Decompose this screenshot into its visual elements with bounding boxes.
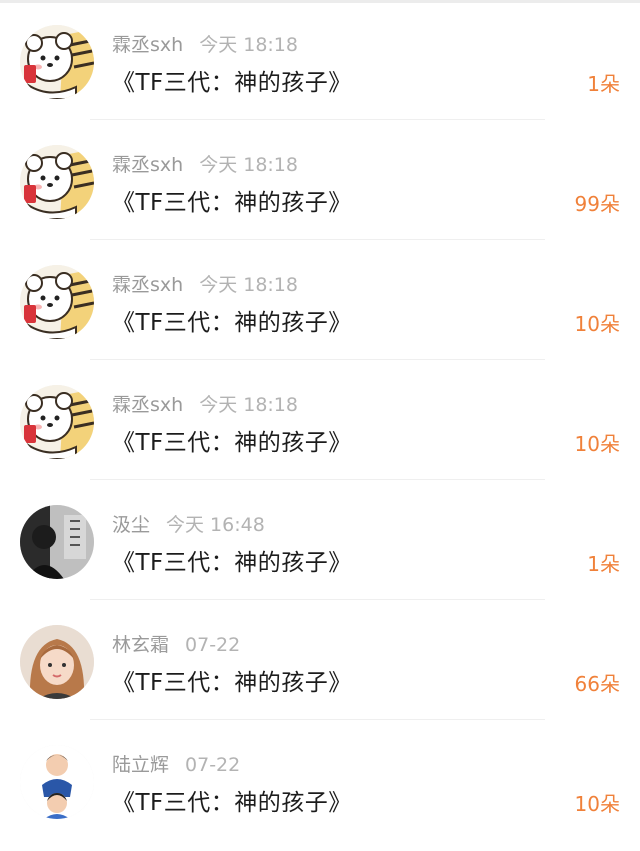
meta-line: 林玄霜 07-22: [112, 630, 240, 657]
username[interactable]: 霖丞sxh: [112, 154, 183, 176]
bear-sticker-avatar-icon: [20, 145, 94, 219]
flower-count: 66朵: [574, 672, 620, 696]
meta-line: 霖丞sxh 今天 18:18: [112, 30, 298, 57]
username[interactable]: 霖丞sxh: [112, 34, 183, 56]
avatar[interactable]: [20, 145, 94, 219]
list-item[interactable]: 霖丞sxh 今天 18:18 《TF三代：神的孩子》 99朵: [0, 120, 640, 240]
avatar[interactable]: [20, 745, 94, 819]
list-item[interactable]: 霖丞sxh 今天 18:18 《TF三代：神的孩子》 10朵: [0, 240, 640, 360]
timestamp: 今天 18:18: [199, 34, 298, 56]
meta-line: 陆立辉 07-22: [112, 750, 240, 777]
list-item[interactable]: 林玄霜 07-22 《TF三代：神的孩子》 66朵: [0, 600, 640, 720]
book-title[interactable]: 《TF三代：神的孩子》: [112, 63, 352, 97]
username[interactable]: 林玄霜: [112, 634, 169, 656]
avatar[interactable]: [20, 625, 94, 699]
avatar[interactable]: [20, 505, 94, 579]
dark-portrait-avatar-icon: [20, 505, 94, 579]
flower-count: 10朵: [574, 432, 620, 456]
flower-count: 10朵: [574, 792, 620, 816]
book-title[interactable]: 《TF三代：神的孩子》: [112, 183, 352, 217]
girl-portrait-avatar-icon: [20, 625, 94, 699]
meta-line: 霖丞sxh 今天 18:18: [112, 150, 298, 177]
timestamp: 今天 18:18: [199, 274, 298, 296]
meta-line: 汲尘 今天 16:48: [112, 510, 265, 537]
timestamp: 今天 18:18: [199, 394, 298, 416]
timestamp: 今天 18:18: [199, 154, 298, 176]
timestamp: 今天 16:48: [166, 514, 265, 536]
flower-count: 99朵: [574, 192, 620, 216]
timestamp: 07-22: [185, 754, 241, 776]
bear-sticker-avatar-icon: [20, 25, 94, 99]
meta-line: 霖丞sxh 今天 18:18: [112, 390, 298, 417]
avatar[interactable]: [20, 385, 94, 459]
bear-sticker-avatar-icon: [20, 385, 94, 459]
list-item[interactable]: 霖丞sxh 今天 18:18 《TF三代：神的孩子》 10朵: [0, 360, 640, 480]
list-item[interactable]: 汲尘 今天 16:48 《TF三代：神的孩子》 1朵: [0, 480, 640, 600]
username[interactable]: 霖丞sxh: [112, 274, 183, 296]
bear-sticker-avatar-icon: [20, 265, 94, 339]
book-title[interactable]: 《TF三代：神的孩子》: [112, 543, 352, 577]
avatar[interactable]: [20, 265, 94, 339]
flower-count: 1朵: [587, 72, 620, 96]
cartoon-kids-avatar-icon: [20, 745, 94, 819]
username[interactable]: 霖丞sxh: [112, 394, 183, 416]
book-title[interactable]: 《TF三代：神的孩子》: [112, 303, 352, 337]
list-item[interactable]: 霖丞sxh 今天 18:18 《TF三代：神的孩子》 1朵: [0, 0, 640, 120]
meta-line: 霖丞sxh 今天 18:18: [112, 270, 298, 297]
flower-count: 10朵: [574, 312, 620, 336]
avatar[interactable]: [20, 25, 94, 99]
timestamp: 07-22: [185, 634, 241, 656]
flower-count: 1朵: [587, 552, 620, 576]
book-title[interactable]: 《TF三代：神的孩子》: [112, 423, 352, 457]
username[interactable]: 汲尘: [112, 514, 150, 536]
book-title[interactable]: 《TF三代：神的孩子》: [112, 663, 352, 697]
book-title[interactable]: 《TF三代：神的孩子》: [112, 783, 352, 817]
username[interactable]: 陆立辉: [112, 754, 169, 776]
list-item[interactable]: 陆立辉 07-22 《TF三代：神的孩子》 10朵: [0, 720, 640, 840]
